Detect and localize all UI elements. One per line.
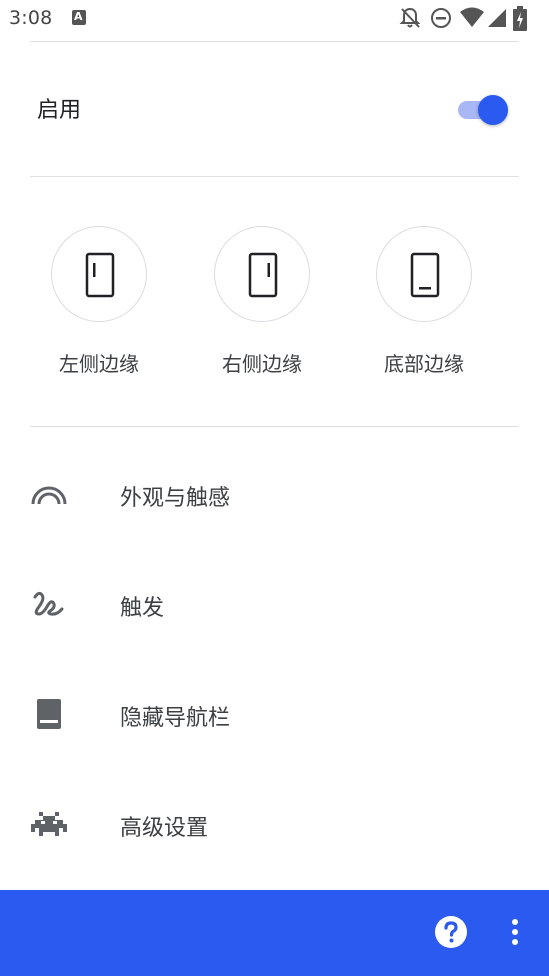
rainbow-arc-icon [31,486,67,505]
edge-circle[interactable] [214,226,310,322]
menu-item-trigger[interactable]: 触发 [0,564,549,644]
bottom-app-bar [0,890,549,976]
menu-label: 隐藏导航栏 [120,706,231,731]
enable-label: 启用 [37,98,82,123]
edge-label: 右侧边缘 [222,352,302,376]
menu-label: 高级设置 [120,816,209,841]
notifications-off-icon [399,7,421,28]
help-icon[interactable] [434,915,468,949]
menu-label: 外观与触感 [120,486,231,511]
gesture-icon [33,591,64,616]
keyboard-a-icon [72,10,86,25]
left-edge-phone-icon [85,252,115,298]
space-invader-icon [31,812,67,836]
signal-icon [488,9,506,27]
edge-option-bottom[interactable]: 底部边缘 [349,226,499,386]
bottom-edge-phone-icon [410,252,440,298]
enable-row[interactable]: 启用 [0,62,549,156]
right-edge-phone-icon [248,252,278,298]
do-not-disturb-icon [431,8,451,28]
edge-option-right[interactable]: 右侧边缘 [187,226,337,386]
more-vert-icon[interactable] [500,915,530,949]
enable-toggle[interactable] [458,93,508,125]
divider [30,176,519,177]
top-divider [30,41,519,42]
wifi-icon [460,7,484,27]
edge-circle[interactable] [51,226,147,322]
phone-navbar-icon [37,699,61,729]
edge-circle[interactable] [376,226,472,322]
menu-item-advanced[interactable]: 高级设置 [0,784,549,864]
status-time: 3:08 [9,7,53,29]
status-bar: 3:08 [0,0,549,40]
edge-label: 左侧边缘 [59,352,139,376]
edge-label: 底部边缘 [384,352,464,376]
divider [30,426,519,427]
menu-item-appearance[interactable]: 外观与触感 [0,454,549,534]
menu-item-hide-navbar[interactable]: 隐藏导航栏 [0,674,549,754]
toggle-thumb [478,95,508,125]
battery-charging-icon [513,6,527,31]
menu-label: 触发 [120,596,165,621]
edge-option-left[interactable]: 左侧边缘 [24,226,174,386]
